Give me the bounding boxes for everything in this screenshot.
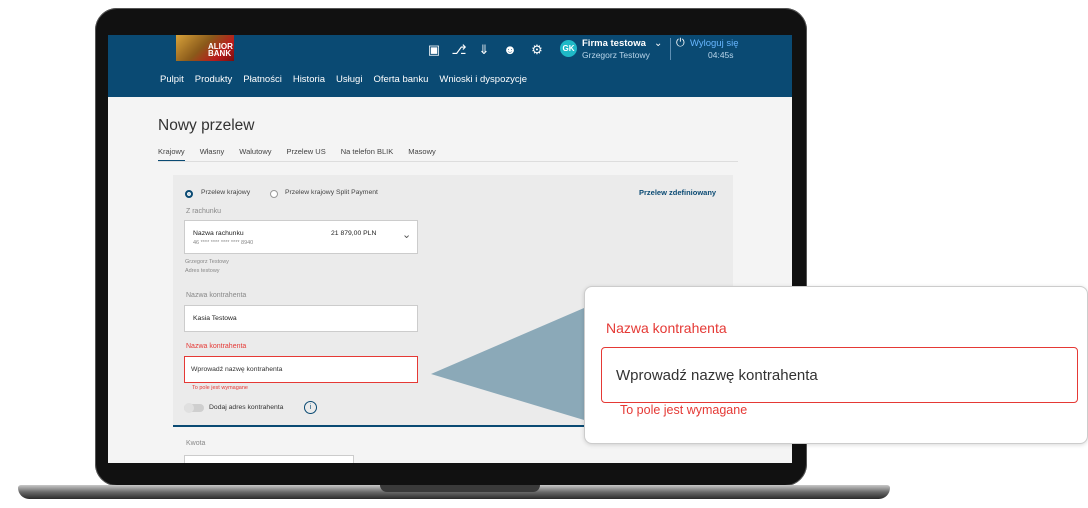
callout-error: To pole jest wymagane [620,403,748,417]
callout-label: Nazwa kontrahenta [606,320,727,336]
callout-input-placeholder: Wprowadź nazwę kontrahenta [616,367,818,384]
callout-wedge [431,308,584,420]
